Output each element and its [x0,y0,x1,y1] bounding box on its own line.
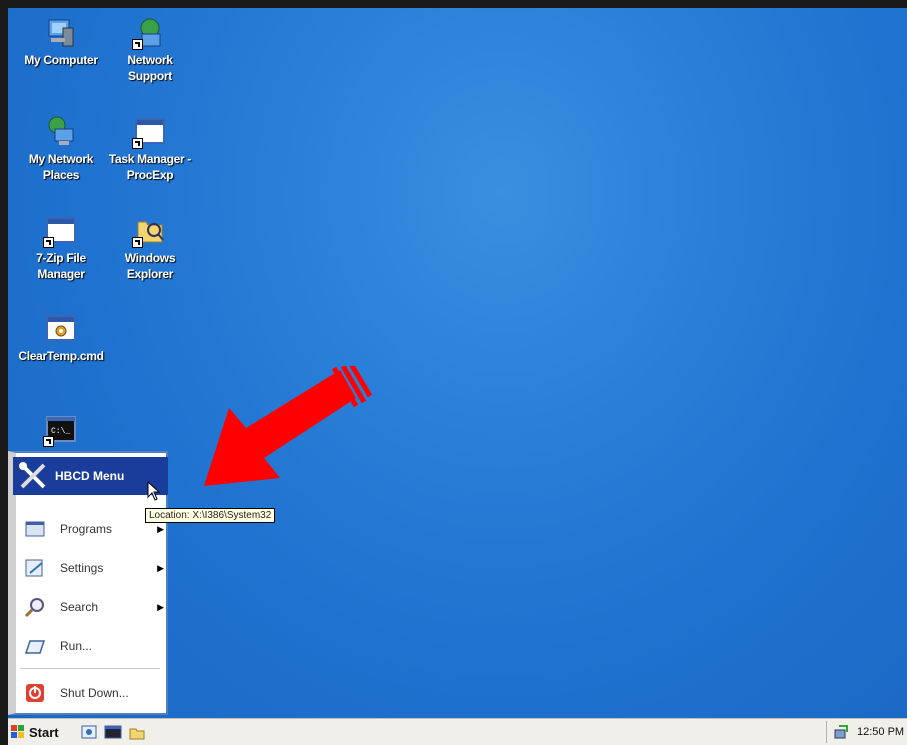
start-menu-settings[interactable]: Settings ▶ [16,549,166,587]
submenu-arrow-icon: ▶ [157,601,164,612]
menu-label: Run... [60,639,93,653]
computer-icon [45,16,77,48]
start-menu-run[interactable]: Run... [16,627,166,665]
icon-label: My Computer [24,53,98,67]
desktop: My Computer Network Support My Network Pla… [8,8,907,745]
task-manager-icon [132,115,166,149]
taskbar: Start 12:50 PM [8,718,907,745]
shortcut-arrow-icon [43,436,54,447]
icon-label: Support [128,69,172,83]
submenu-arrow-icon: ▶ [157,562,164,573]
shutdown-icon [24,682,46,704]
console-icon: C:\_ [43,413,77,447]
tools-icon [17,460,49,492]
network-support-icon [132,16,166,50]
system-tray: 12:50 PM [826,721,907,743]
cmd-script-icon [45,312,77,344]
start-menu-shut-down[interactable]: Shut Down... [16,674,166,712]
quicklaunch-explorer-icon[interactable] [128,723,146,741]
annotation-arrow [204,366,373,486]
icon-label: Network [127,53,173,67]
quicklaunch-show-desktop-icon[interactable] [80,723,98,741]
menu-label: Programs [60,522,113,536]
desktop-icon-task-manager[interactable]: Task Manager - ProcExp [103,115,197,183]
desktop-icon-cleartemp[interactable]: ClearTemp.cmd [14,312,108,364]
menu-label: Shut Down... [60,686,129,700]
icon-label: My Network [28,152,94,166]
quicklaunch-console-icon[interactable] [104,723,122,741]
desktop-icon-console[interactable]: C:\_ [14,413,108,449]
shortcut-arrow-icon [43,237,54,248]
menu-separator [20,668,160,669]
icon-label: Explorer [126,267,174,281]
icon-label: Manager [37,267,85,281]
start-label: Start [29,724,59,740]
network-places-icon [45,115,77,147]
7zip-icon [43,214,77,248]
desktop-icon-my-computer[interactable]: My Computer [14,16,108,68]
desktop-icon-windows-explorer[interactable]: Windows Explorer [103,214,197,282]
network-tray-icon[interactable] [833,724,849,740]
icon-label: Windows [124,251,176,265]
programs-icon [24,518,46,540]
menu-label: Settings [60,561,104,575]
icon-label: Task Manager - [108,152,192,166]
hbcd-menu-item[interactable]: HBCD Menu [13,457,168,495]
clock[interactable]: 12:50 PM [857,726,904,738]
desktop-icon-network-support[interactable]: Network Support [103,16,197,84]
explorer-icon [132,214,166,248]
icon-label: Places [42,168,80,182]
windows-logo-icon [10,724,26,740]
icon-label: ClearTemp.cmd [18,349,104,363]
start-button[interactable]: Start [10,722,70,742]
desktop-icon-my-network-places[interactable]: My Network Places [14,115,108,183]
shortcut-arrow-icon [132,138,143,149]
svg-text:C:\_: C:\_ [51,427,70,436]
desktop-icon-7zip[interactable]: 7-Zip File Manager [14,214,108,282]
run-icon [24,635,46,657]
mouse-cursor-icon [147,481,161,501]
icon-label: ProcExp [126,168,174,182]
submenu-arrow-icon: ▶ [157,523,164,534]
icon-label: 7-Zip File [36,251,86,265]
search-icon [24,596,46,618]
start-menu-search[interactable]: Search ▶ [16,588,166,626]
settings-icon [24,557,46,579]
shortcut-arrow-icon [132,237,143,248]
start-menu-programs[interactable]: Programs ▶ [16,510,166,548]
menu-label: Search [60,600,99,614]
shortcut-arrow-icon [132,39,143,50]
hbcd-menu-label: HBCD Menu [55,469,125,483]
